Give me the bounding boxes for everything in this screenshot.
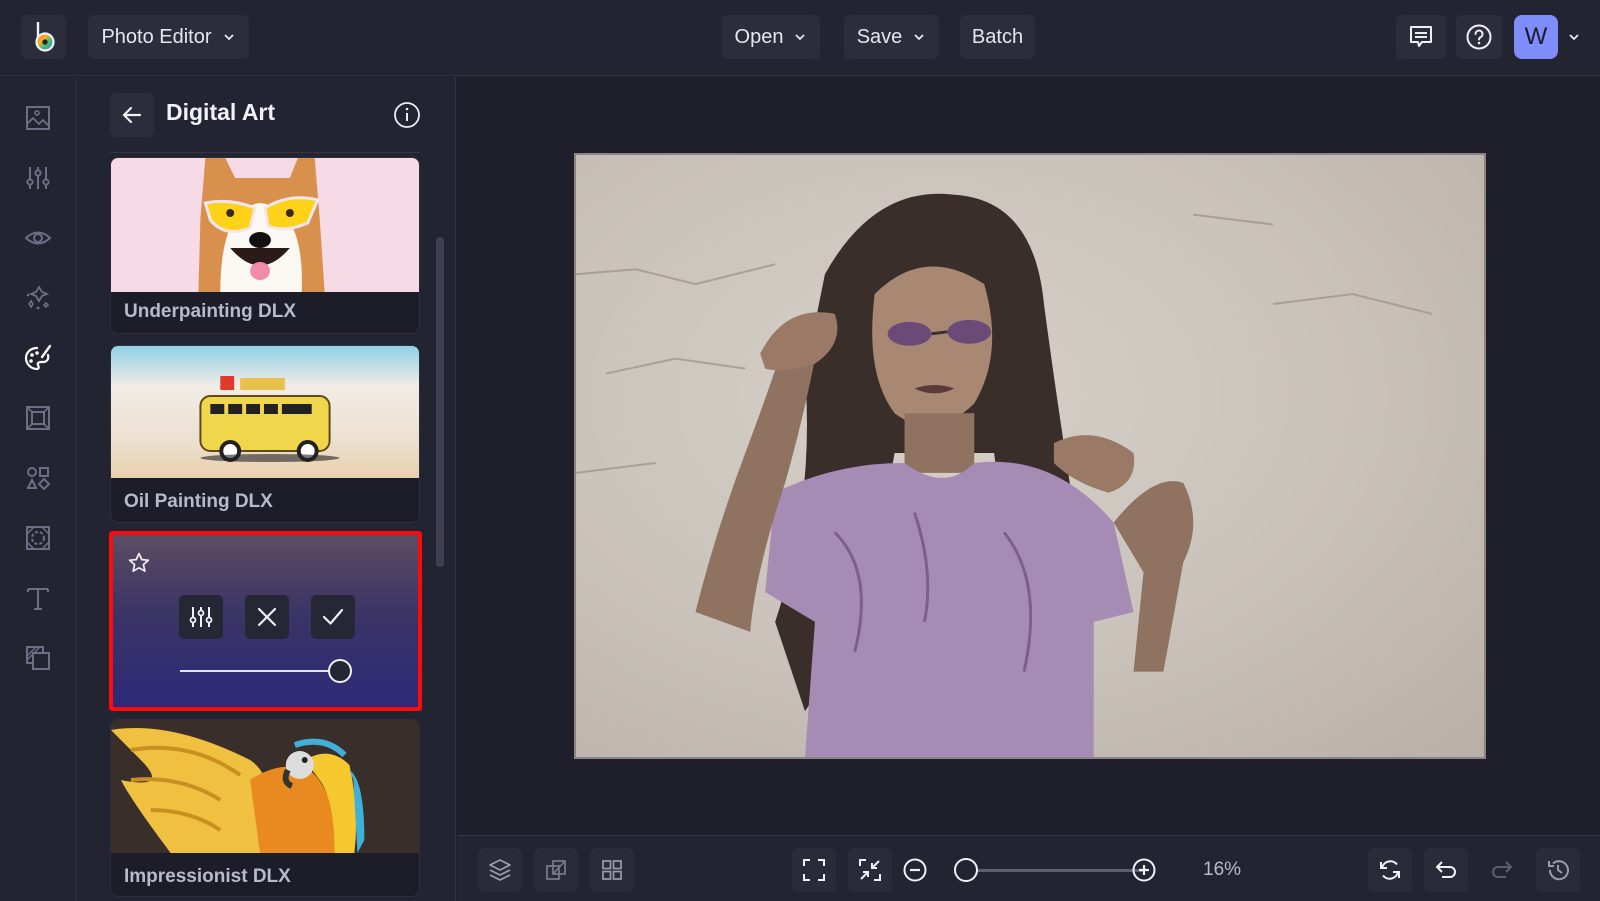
chevron-down-icon bbox=[223, 34, 234, 41]
active-effect-card bbox=[109, 531, 422, 711]
undo-icon bbox=[1436, 861, 1456, 878]
rail-item-frames[interactable] bbox=[24, 404, 52, 432]
canvas-area bbox=[457, 77, 1600, 835]
effect-thumbnail-parrot bbox=[111, 720, 419, 853]
app-menu-dropdown[interactable]: Photo Editor bbox=[88, 15, 249, 59]
overlay-icon bbox=[26, 646, 50, 670]
logo-button[interactable] bbox=[21, 15, 66, 59]
top-bar: Photo Editor Open Save Batch W bbox=[0, 0, 1600, 76]
rail-item-text[interactable] bbox=[24, 584, 52, 612]
history-icon bbox=[1548, 860, 1569, 881]
help-circle-icon bbox=[1466, 24, 1492, 50]
sparkles-icon bbox=[26, 285, 50, 310]
rail-item-touch-up[interactable] bbox=[24, 224, 52, 252]
adjust-effect-button[interactable] bbox=[179, 595, 223, 639]
check-icon bbox=[322, 608, 344, 625]
compare-button[interactable] bbox=[534, 848, 578, 892]
eye-icon bbox=[24, 231, 52, 245]
redo-icon bbox=[1492, 861, 1512, 878]
shapes-icon bbox=[26, 467, 51, 491]
reset-button[interactable] bbox=[1368, 848, 1412, 892]
chevron-down-icon bbox=[914, 34, 924, 41]
image-icon bbox=[26, 106, 50, 130]
fit-screen-button[interactable] bbox=[792, 848, 836, 892]
account-chevron-down-icon[interactable] bbox=[1567, 30, 1581, 44]
help-button[interactable] bbox=[1456, 15, 1502, 59]
star-icon[interactable] bbox=[127, 551, 151, 575]
frame-icon bbox=[26, 406, 50, 430]
app-menu-label: Photo Editor bbox=[101, 25, 212, 48]
zoom-out-icon bbox=[903, 858, 927, 882]
batch-label: Batch bbox=[971, 25, 1024, 48]
sliders-icon bbox=[26, 167, 50, 189]
batch-button[interactable]: Batch bbox=[960, 15, 1035, 59]
panel-divider bbox=[110, 152, 420, 153]
save-label: Save bbox=[856, 25, 903, 48]
undo-button[interactable] bbox=[1424, 848, 1468, 892]
save-dropdown-button[interactable]: Save bbox=[844, 15, 939, 59]
rail-item-effects[interactable] bbox=[24, 284, 52, 312]
chevron-down-icon bbox=[795, 34, 806, 41]
actual-size-button[interactable] bbox=[848, 848, 892, 892]
arrow-left-icon bbox=[122, 106, 142, 124]
effect-card-oil-painting[interactable]: Oil Painting DLX bbox=[110, 345, 420, 523]
edited-photo[interactable] bbox=[574, 153, 1486, 759]
layers-icon bbox=[489, 859, 511, 881]
reset-icon bbox=[1380, 860, 1400, 880]
rail-item-textures[interactable] bbox=[24, 524, 52, 552]
effects-panel: Digital Art Underpainting DLX Oil Painti… bbox=[78, 77, 456, 901]
history-button[interactable] bbox=[1536, 848, 1580, 892]
open-label: Open bbox=[734, 25, 784, 48]
zoom-in-button[interactable] bbox=[1122, 848, 1166, 892]
sliders-icon bbox=[189, 607, 213, 627]
effect-label: Impressionist DLX bbox=[124, 866, 291, 887]
grid-icon bbox=[602, 860, 622, 880]
fit-screen-icon bbox=[803, 859, 825, 881]
intensity-slider-track[interactable] bbox=[180, 670, 340, 672]
zoom-level: 16% bbox=[1203, 859, 1242, 880]
layers-button[interactable] bbox=[478, 848, 522, 892]
close-icon bbox=[257, 607, 277, 627]
rail-item-image-manager[interactable] bbox=[24, 104, 52, 132]
user-avatar[interactable]: W bbox=[1514, 15, 1558, 59]
text-icon bbox=[27, 588, 49, 610]
effect-label: Oil Painting DLX bbox=[124, 491, 273, 512]
back-button[interactable] bbox=[110, 93, 154, 137]
rail-item-overlays[interactable] bbox=[24, 644, 52, 672]
zoom-slider-track[interactable] bbox=[969, 869, 1144, 872]
effect-thumbnail-bus bbox=[111, 346, 419, 478]
effect-label: Underpainting DLX bbox=[124, 301, 297, 322]
intensity-slider-thumb[interactable] bbox=[328, 659, 352, 683]
zoom-out-button[interactable] bbox=[893, 848, 937, 892]
rail-item-artsy[interactable] bbox=[24, 344, 52, 372]
effect-card-impressionist[interactable]: Impressionist DLX bbox=[110, 719, 420, 897]
effect-card-underpainting[interactable]: Underpainting DLX bbox=[110, 157, 420, 334]
panel-scrollbar[interactable] bbox=[436, 237, 444, 567]
panel-title: Digital Art bbox=[166, 99, 276, 125]
cancel-effect-button[interactable] bbox=[245, 595, 289, 639]
palette-icon bbox=[24, 344, 52, 371]
comment-icon bbox=[1410, 26, 1432, 47]
compare-icon bbox=[546, 860, 566, 880]
grid-button[interactable] bbox=[590, 848, 634, 892]
rail-item-edit[interactable] bbox=[24, 164, 52, 192]
zoom-slider-thumb[interactable] bbox=[954, 858, 978, 882]
bottom-toolbar: 16% bbox=[457, 835, 1600, 901]
info-icon[interactable] bbox=[393, 101, 421, 129]
rail-item-graphics[interactable] bbox=[24, 464, 52, 492]
tool-rail bbox=[0, 77, 77, 901]
shrink-icon bbox=[859, 859, 881, 881]
befunky-logo-icon bbox=[34, 22, 55, 52]
photo-woman-digital-art bbox=[576, 193, 1433, 757]
texture-icon bbox=[26, 526, 50, 550]
effect-thumbnail-dog bbox=[111, 158, 419, 292]
apply-effect-button[interactable] bbox=[311, 595, 355, 639]
open-dropdown-button[interactable]: Open bbox=[722, 15, 820, 59]
redo-button[interactable] bbox=[1480, 848, 1524, 892]
feedback-button[interactable] bbox=[1396, 15, 1446, 59]
zoom-in-icon bbox=[1132, 858, 1156, 882]
